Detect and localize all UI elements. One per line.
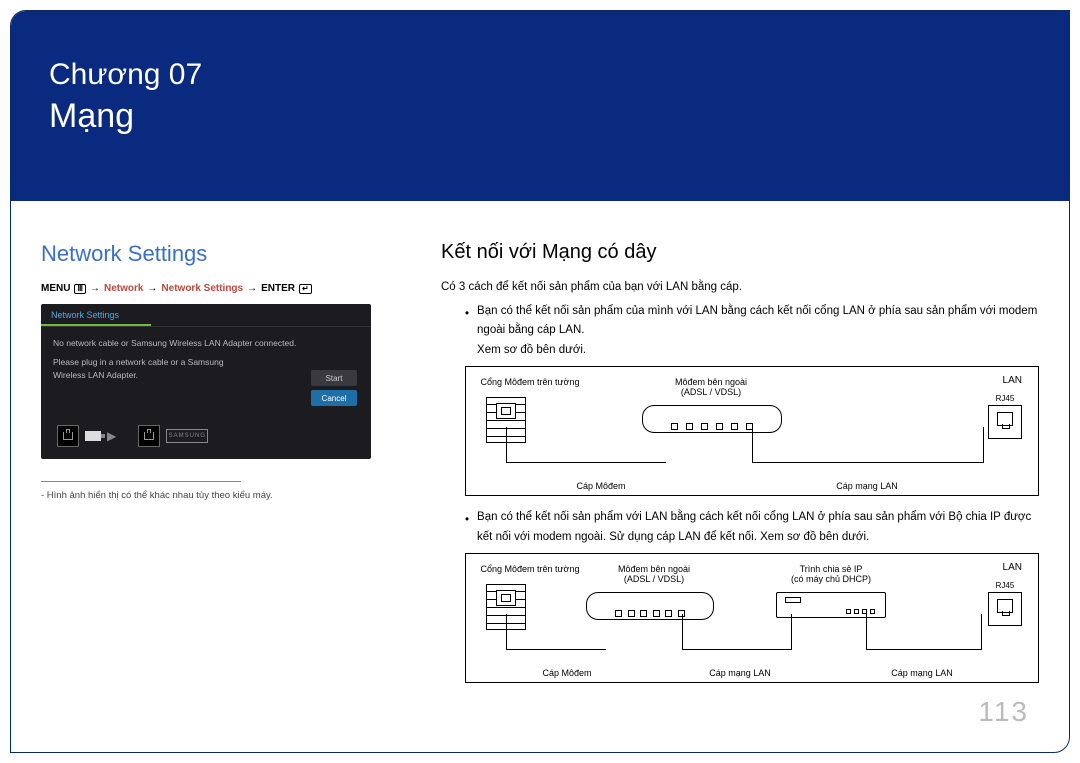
bullet-text-1: Bạn có thể kết nối sản phẩm của mình với… — [477, 305, 1037, 337]
wall-port-icon — [496, 403, 516, 419]
start-button[interactable]: Start — [311, 370, 357, 386]
wire-icon — [506, 427, 666, 463]
wall-port-label: Cổng Môđem trên tường — [480, 564, 580, 574]
right-column: Kết nối với Mạng có dây Có 3 cách để kết… — [441, 241, 1039, 695]
menu-breadcrumb: MENU Ⅲ → Network → Network Settings → EN… — [41, 283, 401, 294]
bullet-dot-icon: • — [465, 302, 469, 361]
arrow-icon: → — [147, 283, 157, 294]
modem-label: Môđem bên ngoài — [604, 564, 704, 574]
arrow-right-icon: ▶ — [107, 429, 116, 443]
cable-modem-label: Cáp Môđem — [546, 481, 656, 491]
screenshot-line2: Please plug in a network cable or a Sams… — [53, 356, 243, 382]
menu-icon: Ⅲ — [74, 284, 86, 294]
modem-sublabel: (ADSL / VDSL) — [656, 387, 766, 397]
rj45-label: RJ45 — [989, 394, 1021, 403]
screenshot-icons: ▶ SAMSUNG — [57, 425, 208, 447]
breadcrumb-enter: ENTER — [261, 283, 295, 294]
ui-screenshot: Network Settings No network cable or Sam… — [41, 304, 371, 459]
wire-icon — [682, 614, 792, 650]
intro-text: Có 3 cách để kết nối sản phẩm của bạn vớ… — [441, 278, 1039, 298]
wall-port-label: Cổng Môđem trên tường — [480, 377, 580, 387]
rj45-port-icon — [138, 425, 160, 447]
lan-label: LAN — [1003, 562, 1022, 573]
rj45-label: RJ45 — [989, 581, 1021, 590]
left-column: Network Settings MENU Ⅲ → Network → Netw… — [41, 241, 401, 695]
screenshot-line1: No network cable or Samsung Wireless LAN… — [53, 337, 359, 350]
plug-icon — [85, 431, 101, 441]
wire-icon — [752, 427, 984, 463]
lan-label: LAN — [1003, 375, 1022, 386]
page-number: 113 — [978, 696, 1029, 728]
cable-lan-label: Cáp mạng LAN — [690, 668, 790, 678]
chapter-title: Mạng — [49, 94, 1031, 138]
wall-port-icon — [496, 590, 516, 606]
wire-icon — [866, 614, 982, 650]
see-below-text: Xem sơ đồ bên dưới. — [477, 344, 586, 356]
enter-icon: ↵ — [299, 284, 312, 294]
cancel-button[interactable]: Cancel — [311, 390, 357, 406]
screenshot-title: Network Settings — [41, 304, 151, 326]
section-heading-wired-network: Kết nối với Mạng có dây — [441, 241, 1039, 264]
rj45-jack-icon: RJ45 — [988, 592, 1022, 626]
bullet-text-2: Bạn có thể kết nối sản phẩm với LAN bằng… — [477, 508, 1039, 547]
chapter-number: Chương 07 — [49, 55, 1031, 94]
page-frame: Chương 07 Mạng Network Settings MENU Ⅲ →… — [10, 10, 1070, 753]
arrow-icon: → — [247, 283, 257, 294]
modem-sublabel: (ADSL / VDSL) — [604, 574, 704, 584]
page-content: Network Settings MENU Ⅲ → Network → Netw… — [11, 201, 1069, 715]
bullet-dot-icon: • — [465, 508, 469, 547]
cable-lan-label: Cáp mạng LAN — [872, 668, 972, 678]
breadcrumb-network: Network — [104, 283, 143, 294]
rj45-port-icon — [57, 425, 79, 447]
ip-sharer-label: Trình chia sẻ IP — [776, 564, 886, 574]
rj45-jack-icon: RJ45 — [988, 405, 1022, 439]
cable-modem-label: Cáp Môđem — [522, 668, 612, 678]
section-heading-network-settings: Network Settings — [41, 241, 401, 267]
breadcrumb-menu: MENU — [41, 283, 70, 294]
ip-sharer-sublabel: (có máy chủ DHCP) — [776, 574, 886, 584]
modem-label: Môđem bên ngoài — [656, 377, 766, 387]
chapter-banner: Chương 07 Mạng — [11, 11, 1069, 201]
breadcrumb-network-settings: Network Settings — [161, 283, 243, 294]
diagram-2: LAN Cổng Môđem trên tường Môđem bên ngoà… — [465, 553, 1039, 683]
cable-lan-label: Cáp mạng LAN — [812, 481, 922, 491]
wire-icon — [506, 614, 606, 650]
divider — [41, 481, 241, 482]
footnote: - Hình ảnh hiển thị có thể khác nhau tùy… — [41, 490, 401, 501]
samsung-logo: SAMSUNG — [166, 429, 208, 443]
diagram-1: LAN Cổng Môđem trên tường Môđem bên ngoà… — [465, 366, 1039, 496]
arrow-icon: → — [90, 283, 100, 294]
